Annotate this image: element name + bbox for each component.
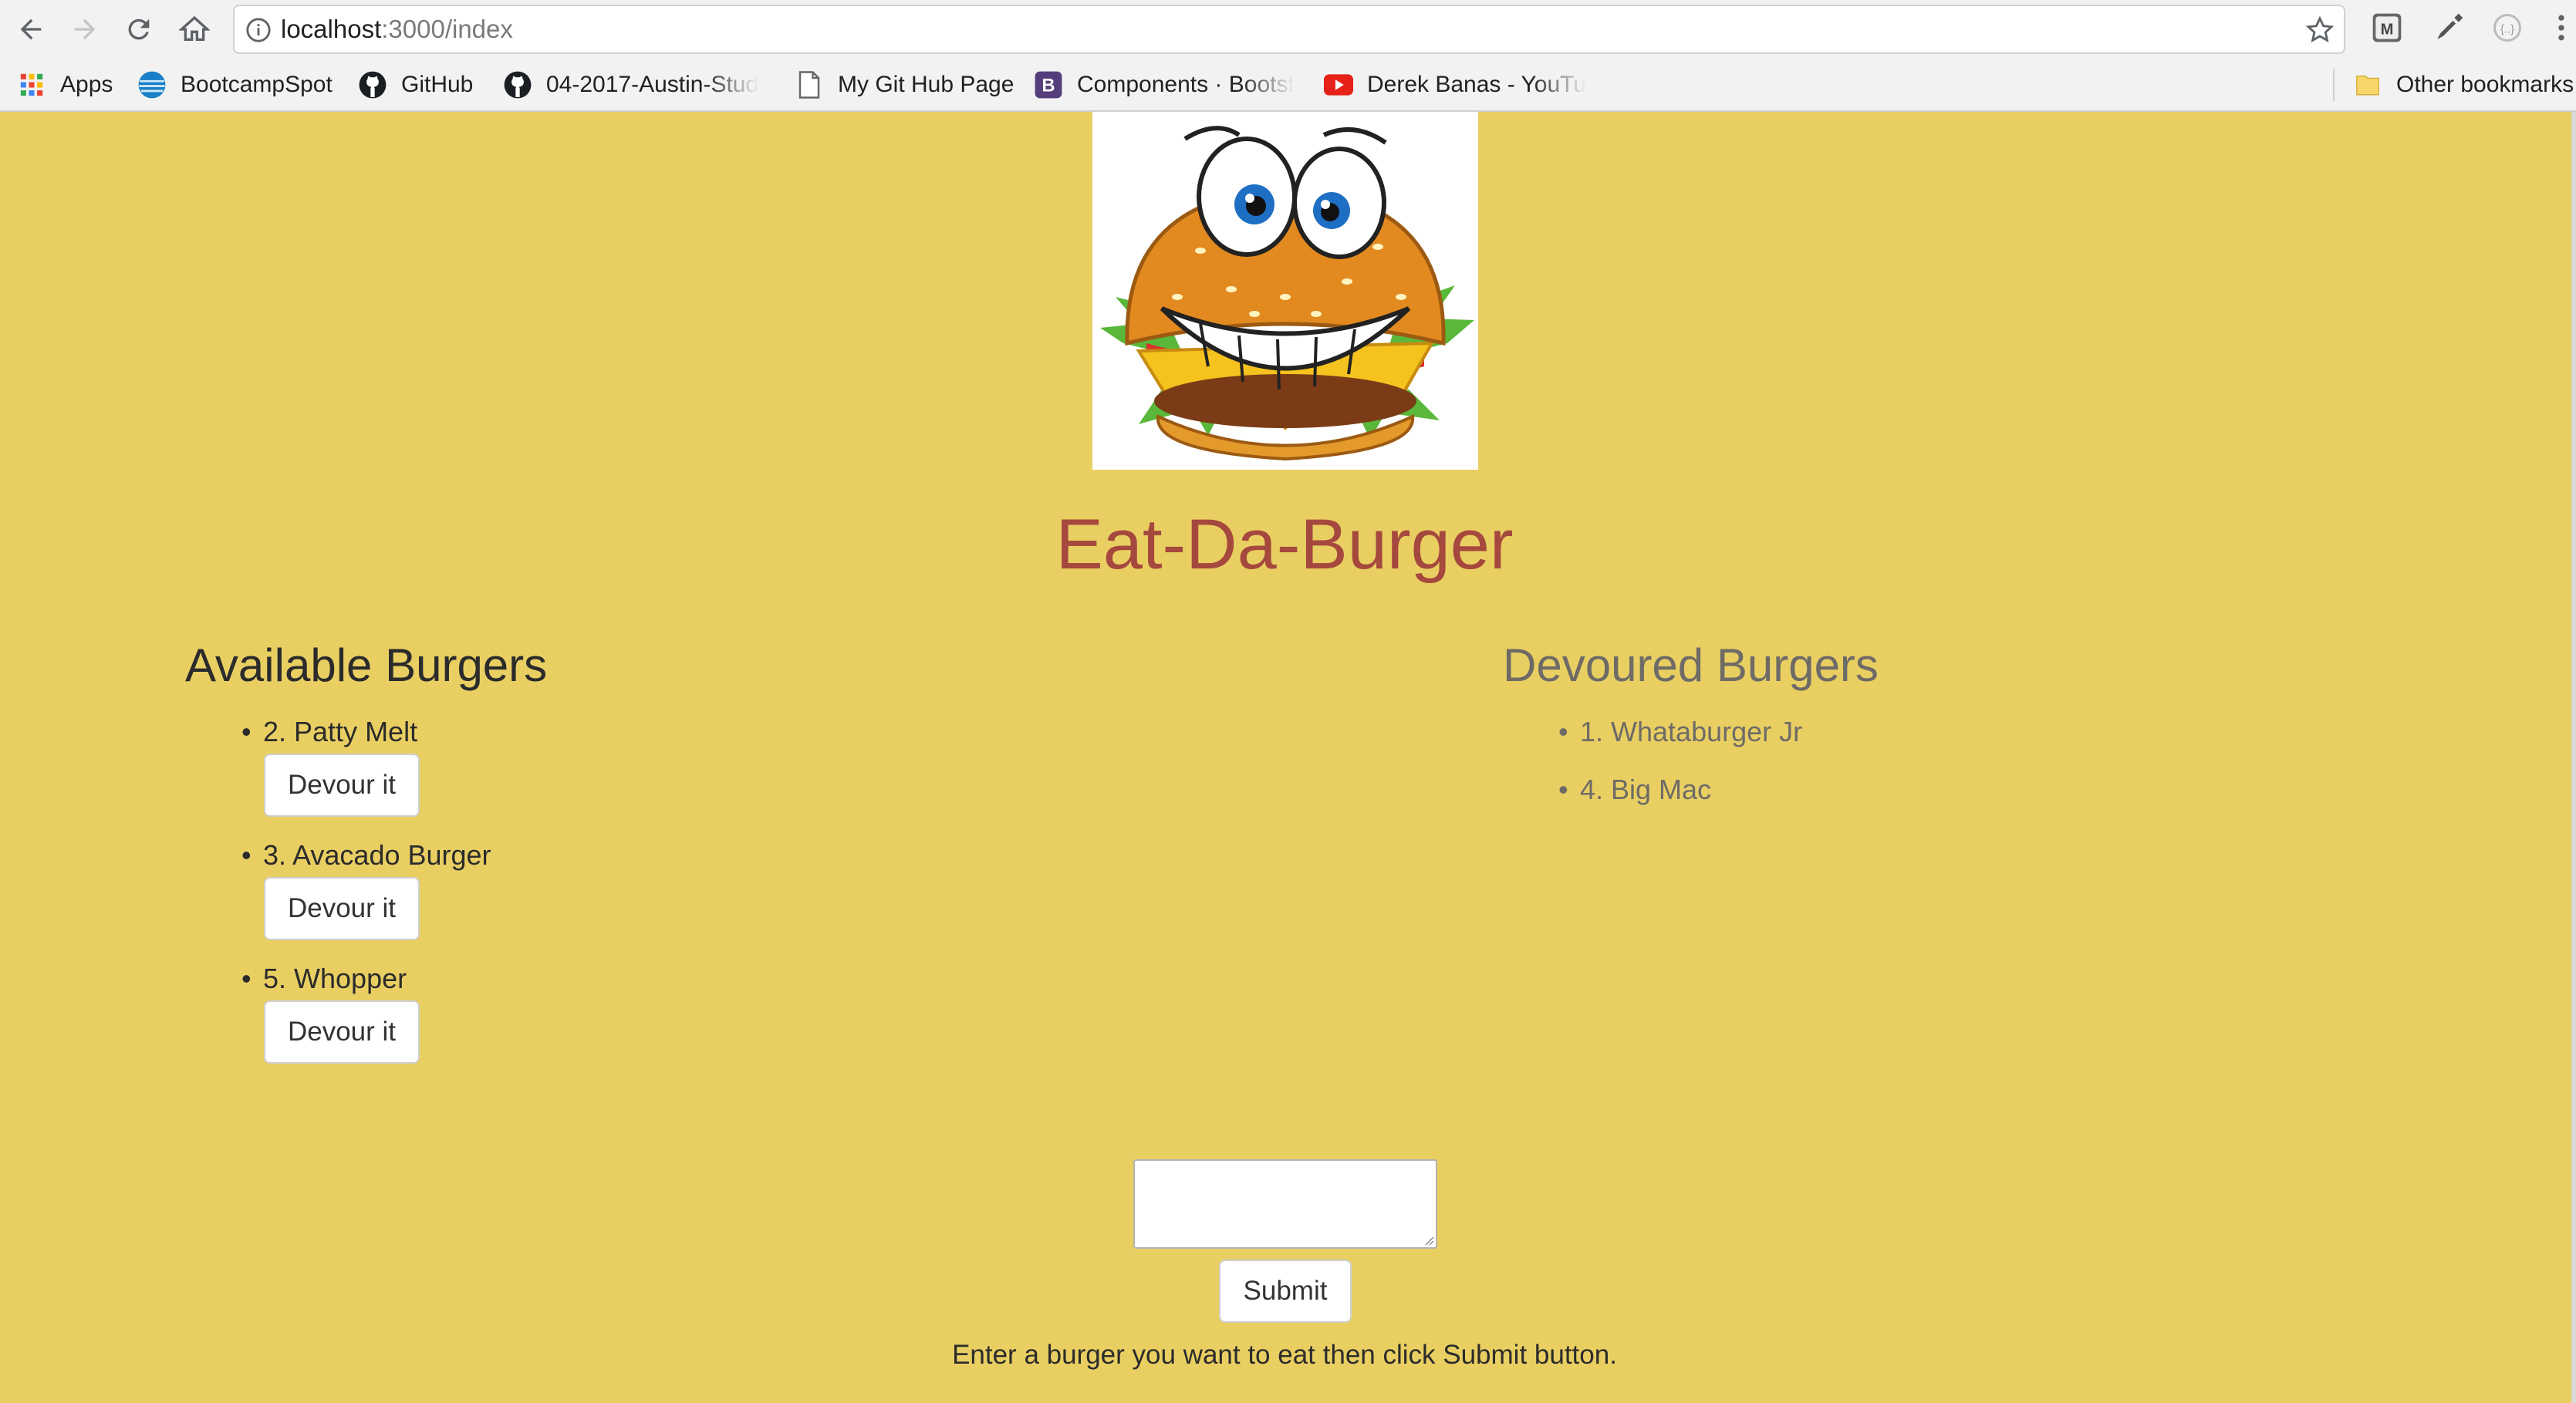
list-bullet: •	[241, 963, 252, 994]
bookmarks-separator	[2333, 69, 2335, 101]
burger-name: 2. Patty Melt	[263, 716, 418, 747]
extension-json-icon[interactable]: {..}	[2490, 11, 2524, 49]
available-burgers-heading: Available Burgers	[185, 639, 548, 691]
back-button[interactable]	[8, 6, 54, 52]
bookmark-label: My Git Hub Page	[838, 72, 1015, 97]
reload-button[interactable]	[116, 6, 162, 52]
bookmark-label: Derek Banas - YouTu	[1367, 72, 1587, 97]
list-bullet: •	[1558, 774, 1568, 805]
youtube-icon	[1324, 70, 1353, 99]
list-bullet: •	[241, 716, 252, 747]
url-text: localhost:3000/index	[281, 6, 513, 52]
bookmark-star-icon[interactable]	[2305, 15, 2335, 49]
url-host: localhost	[281, 15, 382, 43]
scrollbar[interactable]	[2571, 112, 2576, 1403]
att-globe-icon	[137, 70, 167, 99]
devoured-burger-item: • 1. Whataburger Jr	[1558, 715, 1803, 749]
bookmark-other-bookmarks[interactable]: Other bookmarks	[2353, 59, 2574, 110]
home-button[interactable]	[171, 6, 218, 52]
devoured-burger-item: • 4. Big Mac	[1558, 773, 1712, 807]
extension-m-icon[interactable]: M	[2370, 11, 2404, 49]
apps-grid-icon	[17, 70, 46, 99]
instructions-text: Enter a burger you want to eat then clic…	[952, 1340, 1617, 1370]
folder-icon	[2353, 70, 2382, 99]
github-icon	[503, 70, 532, 99]
bookmark-bootstrap-components[interactable]: B Components · Bootst	[1034, 59, 1304, 110]
bookmark-my-git-hub-page[interactable]: My Git Hub Page	[795, 59, 1014, 110]
available-burger-item: • 3. Avacado Burger	[241, 838, 491, 872]
bookmark-github[interactable]: GitHub	[358, 59, 473, 110]
url-path: :3000/index	[381, 15, 513, 43]
bookmark-label: Apps	[60, 72, 113, 97]
reload-icon	[128, 19, 150, 40]
bookmark-derek-banas[interactable]: Derek Banas - YouTu	[1324, 59, 1595, 110]
burger-name: 5. Whopper	[263, 963, 407, 994]
github-icon	[358, 70, 387, 99]
back-arrow-icon	[20, 19, 42, 40]
resize-handle-icon[interactable]	[1423, 1235, 1434, 1250]
devour-button[interactable]: Devour it	[264, 1000, 420, 1064]
burger-name-input[interactable]	[1133, 1159, 1437, 1249]
burger-name: 3. Avacado Burger	[263, 839, 491, 871]
available-burger-item: • 5. Whopper	[241, 962, 407, 996]
bookmark-label: 04-2017-Austin-Stud	[546, 72, 759, 97]
forward-button[interactable]	[62, 6, 108, 52]
devour-button[interactable]: Devour it	[264, 877, 420, 940]
page-title: Eat-Da-Burger	[1055, 505, 1514, 584]
svg-text:M: M	[2381, 21, 2394, 38]
devour-button[interactable]: Devour it	[264, 754, 420, 817]
page-body: Eat-Da-Burger Available Burgers • 2. Pat…	[0, 112, 2576, 1403]
bookmarks-bar: Apps BootcampSpot GitHub 04-2017-Austin-…	[0, 59, 2576, 112]
bookmark-apps[interactable]: Apps	[17, 59, 113, 110]
burger-logo-image	[1092, 112, 1478, 470]
menu-kebab-icon[interactable]	[2554, 11, 2569, 49]
bookmark-label: Other bookmarks	[2396, 72, 2574, 97]
page-icon	[795, 70, 824, 99]
address-bar[interactable]: localhost:3000/index	[233, 5, 2345, 54]
bookmark-austin-repo[interactable]: 04-2017-Austin-Stud	[503, 59, 770, 110]
eyedropper-icon[interactable]	[2432, 11, 2466, 49]
bookmark-label: Components · Bootst	[1077, 72, 1295, 97]
burger-name: 4. Big Mac	[1580, 774, 1712, 805]
bookmark-bootcampspot[interactable]: BootcampSpot	[137, 59, 333, 110]
bootstrap-letter: B	[1042, 76, 1055, 96]
bookmark-label: GitHub	[401, 72, 474, 97]
burger-name: 1. Whataburger Jr	[1580, 716, 1803, 747]
bookmark-label: BootcampSpot	[181, 72, 333, 97]
forward-arrow-icon	[74, 19, 96, 40]
bootstrap-icon: B	[1034, 70, 1063, 99]
submit-button[interactable]: Submit	[1219, 1260, 1352, 1323]
svg-text:{..}: {..}	[2500, 23, 2514, 35]
site-info-icon[interactable]	[245, 17, 272, 47]
available-burger-item: • 2. Patty Melt	[241, 715, 418, 749]
browser-toolbar: localhost:3000/index M {..}	[0, 0, 2576, 59]
list-bullet: •	[1558, 716, 1568, 747]
list-bullet: •	[241, 839, 252, 871]
devoured-burgers-heading: Devoured Burgers	[1503, 639, 1879, 691]
home-icon	[179, 15, 210, 41]
